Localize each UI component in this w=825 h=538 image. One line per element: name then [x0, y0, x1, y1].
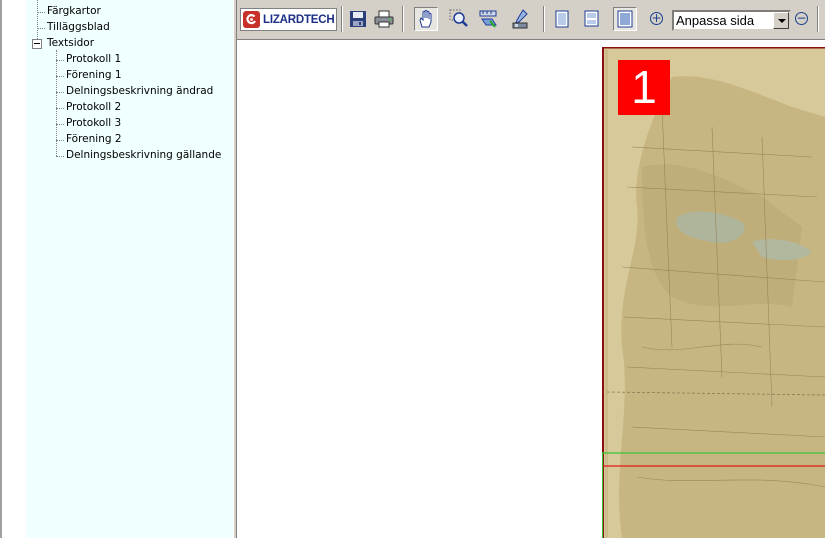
document-viewer[interactable] [237, 40, 825, 538]
logo-text: LIZARDTECH [263, 13, 335, 26]
tree-connector [56, 108, 64, 109]
fit-page-icon [617, 10, 633, 28]
tree-item-label: Förening 1 [66, 69, 122, 81]
chevron-down-icon[interactable] [773, 12, 789, 29]
lizardtech-logo-button[interactable]: LIZARDTECH [240, 8, 337, 31]
tree-item-label: Förening 2 [66, 133, 122, 145]
left-margin [2, 0, 26, 538]
tree-connector [37, 0, 38, 41]
zoom-out-button[interactable]: − [795, 12, 808, 25]
document-tree: Färgkartor Tilläggsblad Textsidor Protok… [26, 0, 233, 538]
zoom-out-icon: − [796, 11, 807, 25]
zoom-level-select[interactable]: Anpassa sida [672, 10, 791, 31]
save-icon [350, 11, 366, 27]
lizardtech-logo-icon [243, 11, 260, 28]
tree-item-label: Protokoll 3 [66, 117, 122, 129]
print-icon [374, 10, 394, 28]
tree-connector [56, 124, 64, 125]
tree-connector [37, 12, 45, 13]
tree-connector [56, 156, 64, 157]
zoom-in-icon: + [651, 11, 662, 25]
tree-item-label: Protokoll 2 [66, 101, 122, 113]
toolbar-separator [817, 6, 819, 32]
save-button[interactable] [346, 7, 370, 31]
single-page-button[interactable] [550, 7, 574, 31]
tree-item-label: Delningsbeskrivning ändrad [66, 85, 214, 97]
toolbar-separator [341, 6, 343, 32]
toolbar-separator [543, 6, 545, 32]
collapse-icon[interactable] [32, 39, 42, 49]
tree-connector [56, 140, 64, 141]
map-page-image [602, 47, 825, 538]
single-page-icon [555, 10, 569, 28]
tree-item-label: Protokoll 1 [66, 53, 122, 65]
measure-tool-icon [479, 10, 497, 28]
tree-item-label: Färgkartor [47, 5, 101, 17]
zoom-tool-icon [449, 9, 468, 27]
zoom-tool-button[interactable] [447, 7, 471, 31]
two-page-button[interactable] [580, 7, 604, 31]
tree-item-label: Delningsbeskrivning gällande [66, 149, 222, 161]
tree-connector [56, 92, 64, 93]
zoom-in-button[interactable]: + [650, 12, 663, 25]
select-tool-icon [512, 9, 528, 29]
pan-tool-button[interactable] [414, 7, 438, 31]
tree-connector [56, 60, 64, 61]
measure-tool-button[interactable] [477, 7, 501, 31]
zoom-level-value: Anpassa sida [676, 13, 755, 28]
print-button[interactable] [372, 7, 396, 31]
tree-connector [37, 28, 45, 29]
tree-item-label: Textsidor [47, 37, 95, 49]
two-page-icon [584, 10, 599, 27]
tree-item-label: Tilläggsblad [47, 21, 110, 33]
scanned-map-image [602, 47, 825, 538]
page-number-badge: 1 [618, 60, 670, 115]
pan-hand-icon [419, 10, 432, 28]
toolbar-separator [402, 6, 404, 32]
tree-connector [56, 76, 64, 77]
select-tool-button[interactable] [509, 7, 533, 31]
fit-page-button[interactable] [613, 7, 637, 31]
